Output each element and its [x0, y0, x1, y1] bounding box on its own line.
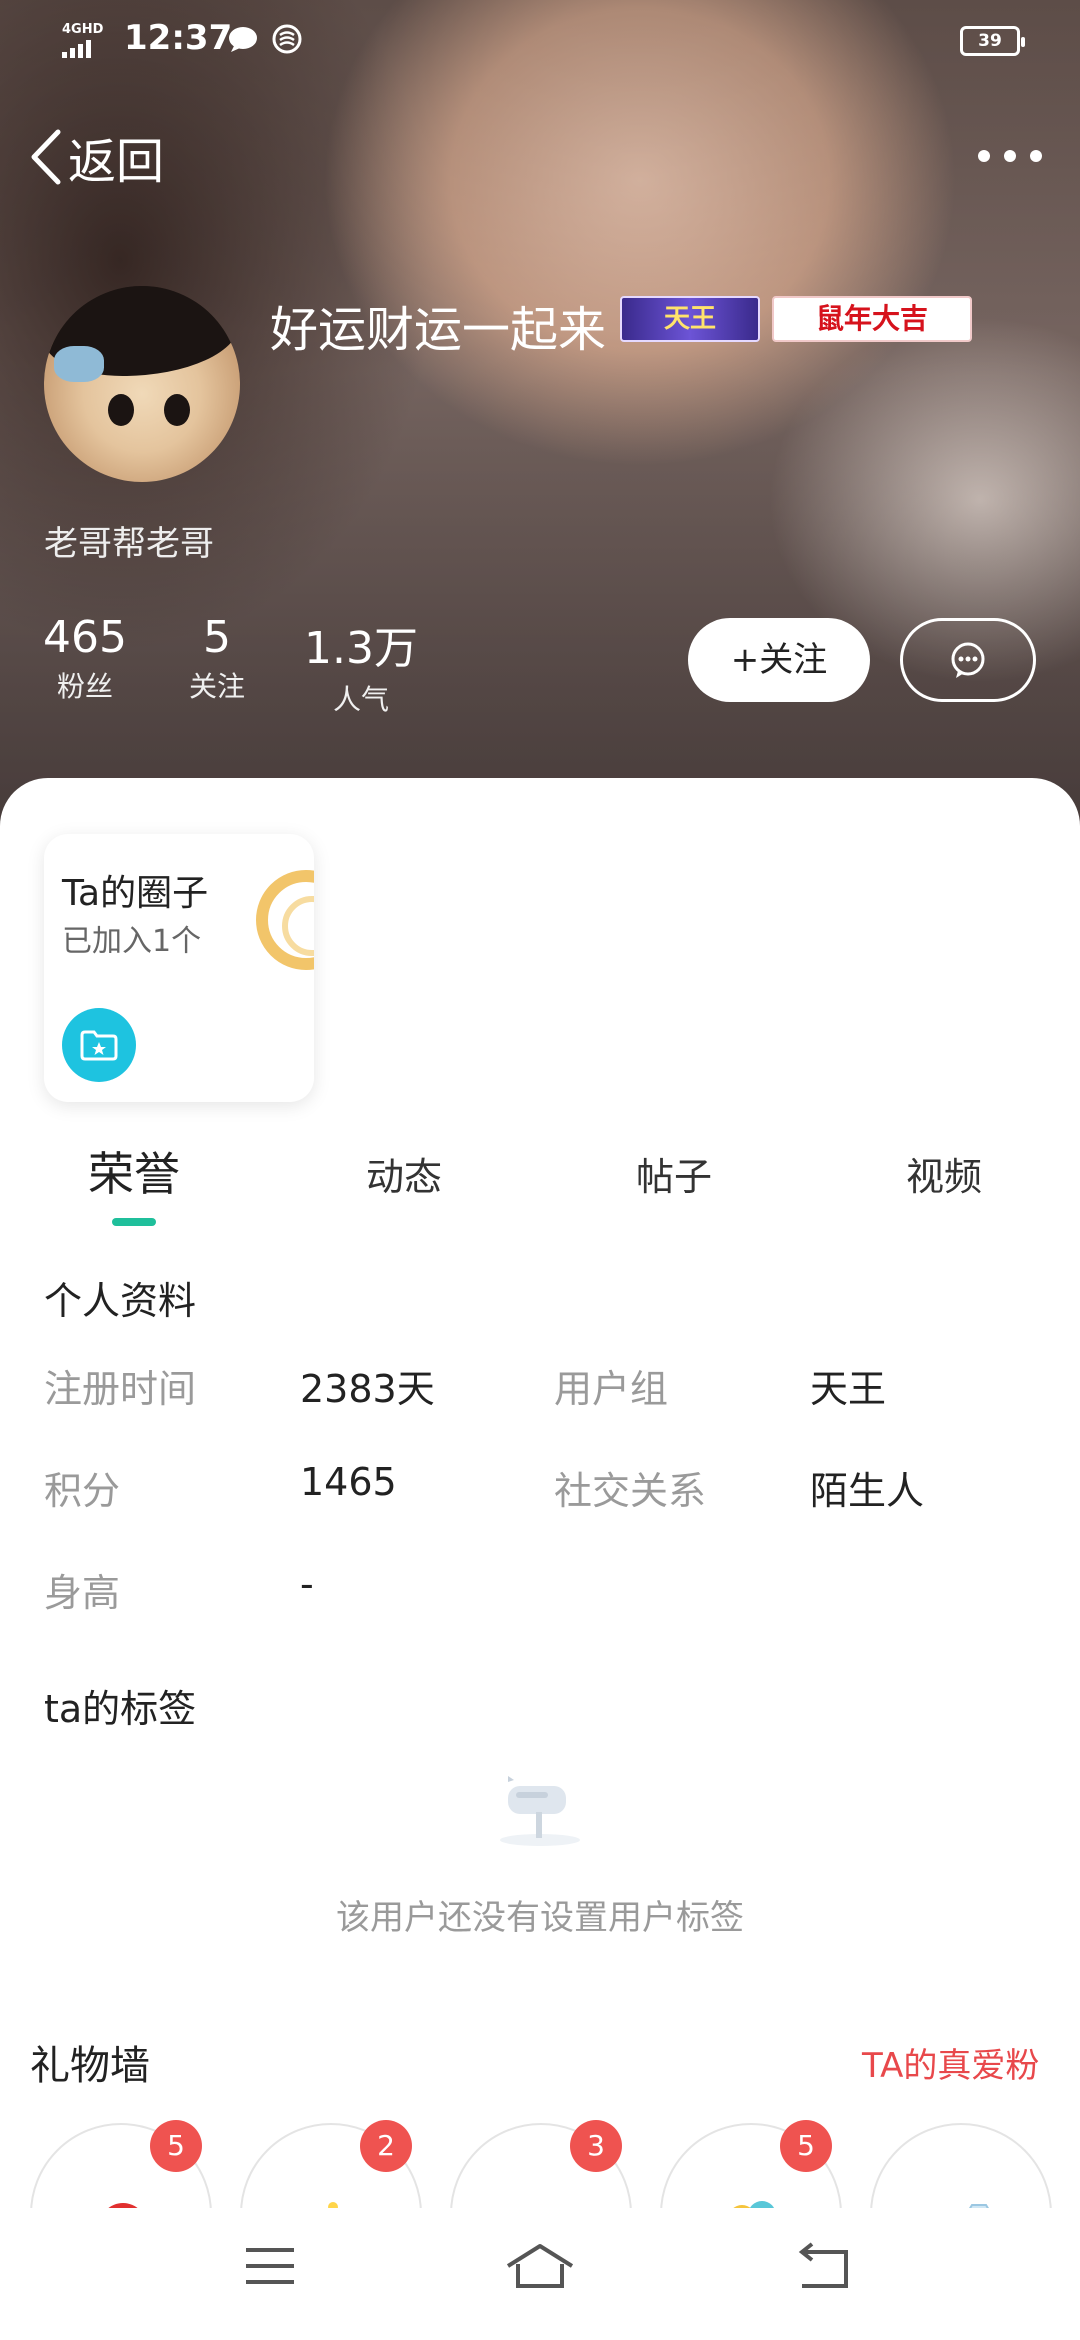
menu-icon[interactable] [244, 2242, 296, 2290]
gift-count-badge: 5 [150, 2120, 202, 2172]
tags-title: ta的标签 [44, 1687, 197, 1731]
circle-ring-icon [256, 870, 314, 970]
profile-header-background: 4GHD 12:37 39 返回 好运财运一起来 天王 鼠年大吉 老哥帮老哥 4… [0, 0, 1080, 830]
home-icon[interactable] [504, 2242, 576, 2292]
more-dot-icon [1030, 150, 1042, 162]
info-label-register-time: 注册时间 [44, 1367, 197, 1411]
gift-count-badge: 5 [780, 2120, 832, 2172]
signal-icon: 4GHD [62, 22, 106, 60]
folder-star-icon [62, 1008, 136, 1082]
stat-fans[interactable]: 465 粉丝 [40, 612, 130, 705]
battery-level: 39 [978, 31, 1002, 51]
gift-count-badge: 3 [570, 2120, 622, 2172]
more-options-button[interactable] [978, 136, 1042, 176]
stat-following[interactable]: 5 关注 [172, 612, 262, 705]
gift-count-badge: 2 [360, 2120, 412, 2172]
user-signature: 老哥帮老哥 [44, 524, 214, 564]
info-value-register-time: 2383天 [300, 1367, 435, 1411]
message-bubble-icon [229, 27, 257, 52]
more-dot-icon [1004, 150, 1016, 162]
chat-button[interactable] [900, 618, 1036, 702]
tab-posts[interactable]: 帖子 [636, 1146, 712, 1201]
info-value-height: - [300, 1562, 314, 1606]
battery-icon: 39 [960, 26, 1025, 56]
info-label-height: 身高 [44, 1571, 121, 1615]
info-label-user-group: 用户组 [554, 1367, 669, 1411]
gift-wall-title: 礼物墙 [30, 2043, 150, 2089]
tab-videos[interactable]: 视频 [906, 1146, 982, 1201]
info-value-user-group: 天王 [810, 1367, 887, 1411]
tags-empty-text: 该用户还没有设置用户标签 [336, 1898, 744, 1938]
stat-label: 人气 [332, 683, 389, 716]
personal-info-title: 个人资料 [44, 1279, 197, 1323]
profile-tabs: 荣誉 动态 帖子 视频 [0, 1130, 1080, 1230]
stat-value: 5 [203, 612, 231, 663]
tab-activity[interactable]: 动态 [366, 1146, 442, 1201]
stat-value: 1.3万 [304, 623, 418, 674]
circle-card-title: Ta的圈子 [62, 873, 209, 914]
back-button[interactable]: 返回 [28, 122, 164, 192]
china-mobile-icon [272, 24, 302, 54]
follow-button[interactable]: +关注 [688, 618, 870, 702]
tab-honor[interactable]: 荣誉 [88, 1138, 180, 1204]
username: 好运财运一起来 [270, 302, 607, 358]
stat-value: 465 [43, 612, 127, 663]
true-fans-link[interactable]: TA的真爱粉 [862, 2038, 1039, 2087]
badge-shunian[interactable]: 鼠年大吉 [772, 296, 972, 342]
back-nav-icon[interactable] [794, 2242, 854, 2292]
system-navigation-bar [0, 2208, 1080, 2340]
status-bar: 4GHD 12:37 39 [0, 0, 1080, 80]
info-value-social-relation: 陌生人 [810, 1469, 925, 1513]
chat-bubble-icon [951, 642, 985, 678]
more-dot-icon [978, 150, 990, 162]
status-time: 12:37 [124, 18, 233, 58]
circle-card-subtitle: 已加入1个 [62, 924, 202, 959]
stat-label: 粉丝 [56, 670, 113, 703]
info-label-social-relation: 社交关系 [554, 1469, 707, 1513]
info-value-points: 1465 [300, 1460, 397, 1504]
ta-circle-card[interactable]: Ta的圈子 已加入1个 [44, 834, 314, 1102]
stat-popularity: 1.3万 人气 [296, 612, 426, 718]
badge-tianwang[interactable]: 天王 [620, 296, 760, 342]
stat-label: 关注 [188, 670, 245, 703]
active-tab-indicator [112, 1218, 156, 1226]
back-label: 返回 [68, 134, 165, 190]
info-label-points: 积分 [44, 1469, 121, 1513]
profile-content-panel: Ta的圈子 已加入1个 荣誉 动态 帖子 视频 个人资料 注册时间 2383天 … [0, 778, 1080, 2305]
network-type: 4GHD [62, 22, 104, 37]
empty-mailbox-icon [500, 1776, 580, 1846]
chevron-left-icon [31, 129, 61, 185]
avatar[interactable] [44, 286, 240, 482]
